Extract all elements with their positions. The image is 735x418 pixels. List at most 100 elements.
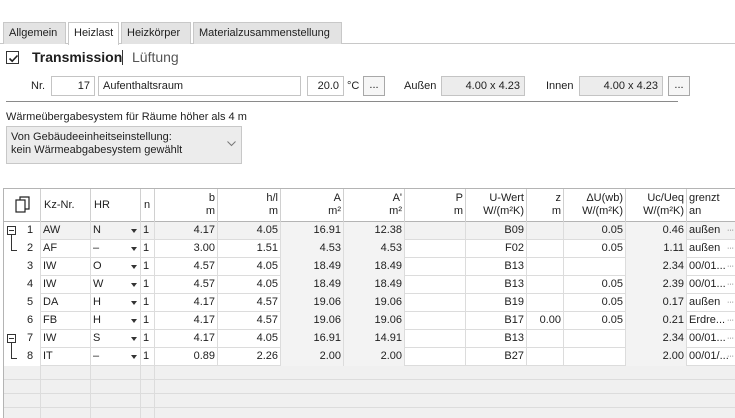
- table-row[interactable]: 5 DA H 1 4.17 4.57 19.06 19.06 B19 0.05 0.17 außen ·…: [4, 294, 735, 312]
- cell-b[interactable]: 4.17: [155, 312, 218, 330]
- cell-n[interactable]: 1: [141, 240, 155, 258]
- table-row[interactable]: 6 FB H 1 4.17 4.57 19.06 19.06 B17 0.00 0.05 0.21 Er…: [4, 312, 735, 330]
- cell-grenzt[interactable]: außen ···: [687, 294, 735, 312]
- col-uc-ueq[interactable]: Uc/Ueq W/(m²K): [626, 189, 687, 222]
- col-u-wert[interactable]: U-Wert W/(m²K): [466, 189, 527, 222]
- cell-a2[interactable]: 4.53: [344, 240, 405, 258]
- cell-du[interactable]: 0.05: [564, 276, 626, 294]
- cell-uc[interactable]: 1.11: [626, 240, 687, 258]
- cell-a[interactable]: 18.49: [281, 258, 344, 276]
- ellipsis-button[interactable]: ···: [727, 258, 734, 275]
- cell-grenzt[interactable]: 00/01/... ···: [687, 348, 735, 366]
- cell-a[interactable]: 16.91: [281, 222, 344, 240]
- ellipsis-button[interactable]: ···: [727, 276, 734, 293]
- system-dropdown[interactable]: Von Gebäudeeinheitseinstellung: kein Wär…: [6, 126, 242, 164]
- cell-hr[interactable]: O: [91, 258, 141, 276]
- cell-n[interactable]: 1: [141, 222, 155, 240]
- cell-b[interactable]: 3.00: [155, 240, 218, 258]
- cell-p[interactable]: [405, 330, 466, 348]
- ellipsis-button[interactable]: ···: [727, 294, 734, 311]
- cell-u[interactable]: B27: [466, 348, 527, 366]
- col-z[interactable]: zm: [527, 189, 564, 222]
- transmission-checkbox[interactable]: [6, 51, 19, 64]
- tab-allgemein[interactable]: Allgemein: [3, 22, 66, 44]
- col-a[interactable]: Am²: [281, 189, 344, 222]
- cell-p[interactable]: [405, 294, 466, 312]
- cell-u[interactable]: B13: [466, 276, 527, 294]
- row-index[interactable]: 8: [4, 348, 41, 366]
- cell-a2[interactable]: 14.91: [344, 330, 405, 348]
- copy-header-cell[interactable]: [4, 189, 41, 222]
- cell-du[interactable]: 0.05: [564, 294, 626, 312]
- cell-kz[interactable]: FB: [41, 312, 91, 330]
- dropdown-arrow-icon[interactable]: [131, 265, 137, 269]
- collapse-icon[interactable]: [7, 334, 16, 343]
- col-p[interactable]: Pm: [405, 189, 466, 222]
- col-b[interactable]: bm: [155, 189, 218, 222]
- cell-hr[interactable]: W: [91, 276, 141, 294]
- cell-grenzt[interactable]: 00/01... ···: [687, 258, 735, 276]
- tab-materialzusammenstellung[interactable]: Materialzusammenstellung: [193, 22, 342, 44]
- col-n[interactable]: n: [141, 189, 155, 222]
- cell-hr[interactable]: –: [91, 240, 141, 258]
- cell-kz[interactable]: AW: [41, 222, 91, 240]
- cell-p[interactable]: [405, 222, 466, 240]
- col-hr[interactable]: HR: [91, 189, 141, 222]
- row-index[interactable]: 1: [4, 222, 41, 240]
- cell-n[interactable]: 1: [141, 312, 155, 330]
- cell-du[interactable]: [564, 258, 626, 276]
- row-index[interactable]: 4: [4, 276, 41, 294]
- cell-kz[interactable]: IW: [41, 330, 91, 348]
- cell-du[interactable]: [564, 330, 626, 348]
- cell-z[interactable]: [527, 330, 564, 348]
- dropdown-arrow-icon[interactable]: [131, 337, 137, 341]
- cell-u[interactable]: B13: [466, 330, 527, 348]
- cell-grenzt[interactable]: außen ···: [687, 222, 735, 240]
- tab-heizlast[interactable]: Heizlast: [68, 22, 119, 45]
- tab-heizkoerper[interactable]: Heizkörper: [121, 22, 191, 44]
- table-row[interactable]: 2 AF –1 3.00 1.51 4.53 4.53 F02 0.05 1.11 außen ···: [4, 240, 735, 258]
- cell-uc[interactable]: 0.17: [626, 294, 687, 312]
- cell-uc[interactable]: 0.46: [626, 222, 687, 240]
- col-a-prime[interactable]: A' m²: [344, 189, 405, 222]
- cell-z[interactable]: [527, 294, 564, 312]
- cell-hl[interactable]: 4.05: [218, 330, 281, 348]
- col-hl[interactable]: h/l m: [218, 189, 281, 222]
- cell-n[interactable]: 1: [141, 348, 155, 366]
- temperature-field[interactable]: 20.0: [307, 76, 344, 96]
- cell-uc[interactable]: 0.21: [626, 312, 687, 330]
- table-row[interactable]: 4 IW W 1 4.57 4.05 18.49 18.49 B13 0.05 2.39 00/01.…: [4, 276, 735, 294]
- cell-kz[interactable]: IW: [41, 276, 91, 294]
- cell-hr[interactable]: H: [91, 294, 141, 312]
- dropdown-arrow-icon[interactable]: [131, 247, 137, 251]
- cell-a2[interactable]: 12.38: [344, 222, 405, 240]
- cell-a2[interactable]: 19.06: [344, 312, 405, 330]
- cell-hl[interactable]: 4.57: [218, 312, 281, 330]
- cell-hl[interactable]: 4.05: [218, 222, 281, 240]
- cell-kz[interactable]: AF: [41, 240, 91, 258]
- table-row[interactable]: 8 IT –1 0.89 2.26 2.00 2.00 B27 2.00 00/01/... ···: [4, 348, 735, 366]
- row-index[interactable]: 2: [4, 240, 41, 258]
- cell-b[interactable]: 4.17: [155, 330, 218, 348]
- temperature-more-button[interactable]: ...: [363, 76, 385, 96]
- dropdown-arrow-icon[interactable]: [131, 355, 137, 359]
- cell-u[interactable]: B17: [466, 312, 527, 330]
- section-title-transmission[interactable]: Transmission: [32, 49, 122, 65]
- dropdown-arrow-icon[interactable]: [131, 301, 137, 305]
- cell-a[interactable]: 18.49: [281, 276, 344, 294]
- collapse-icon[interactable]: [7, 226, 16, 235]
- cell-a[interactable]: 2.00: [281, 348, 344, 366]
- innen-more-button[interactable]: ...: [668, 76, 690, 96]
- cell-kz[interactable]: IT: [41, 348, 91, 366]
- cell-hr[interactable]: –: [91, 348, 141, 366]
- col-grenzt-an[interactable]: grenzt an: [687, 189, 735, 222]
- cell-z[interactable]: [527, 276, 564, 294]
- cell-n[interactable]: 1: [141, 330, 155, 348]
- cell-a[interactable]: 4.53: [281, 240, 344, 258]
- cell-u[interactable]: B13: [466, 258, 527, 276]
- cell-n[interactable]: 1: [141, 258, 155, 276]
- cell-grenzt[interactable]: Erdre... ···: [687, 312, 735, 330]
- cell-hr[interactable]: S: [91, 330, 141, 348]
- row-index[interactable]: 7: [4, 330, 41, 348]
- cell-kz[interactable]: IW: [41, 258, 91, 276]
